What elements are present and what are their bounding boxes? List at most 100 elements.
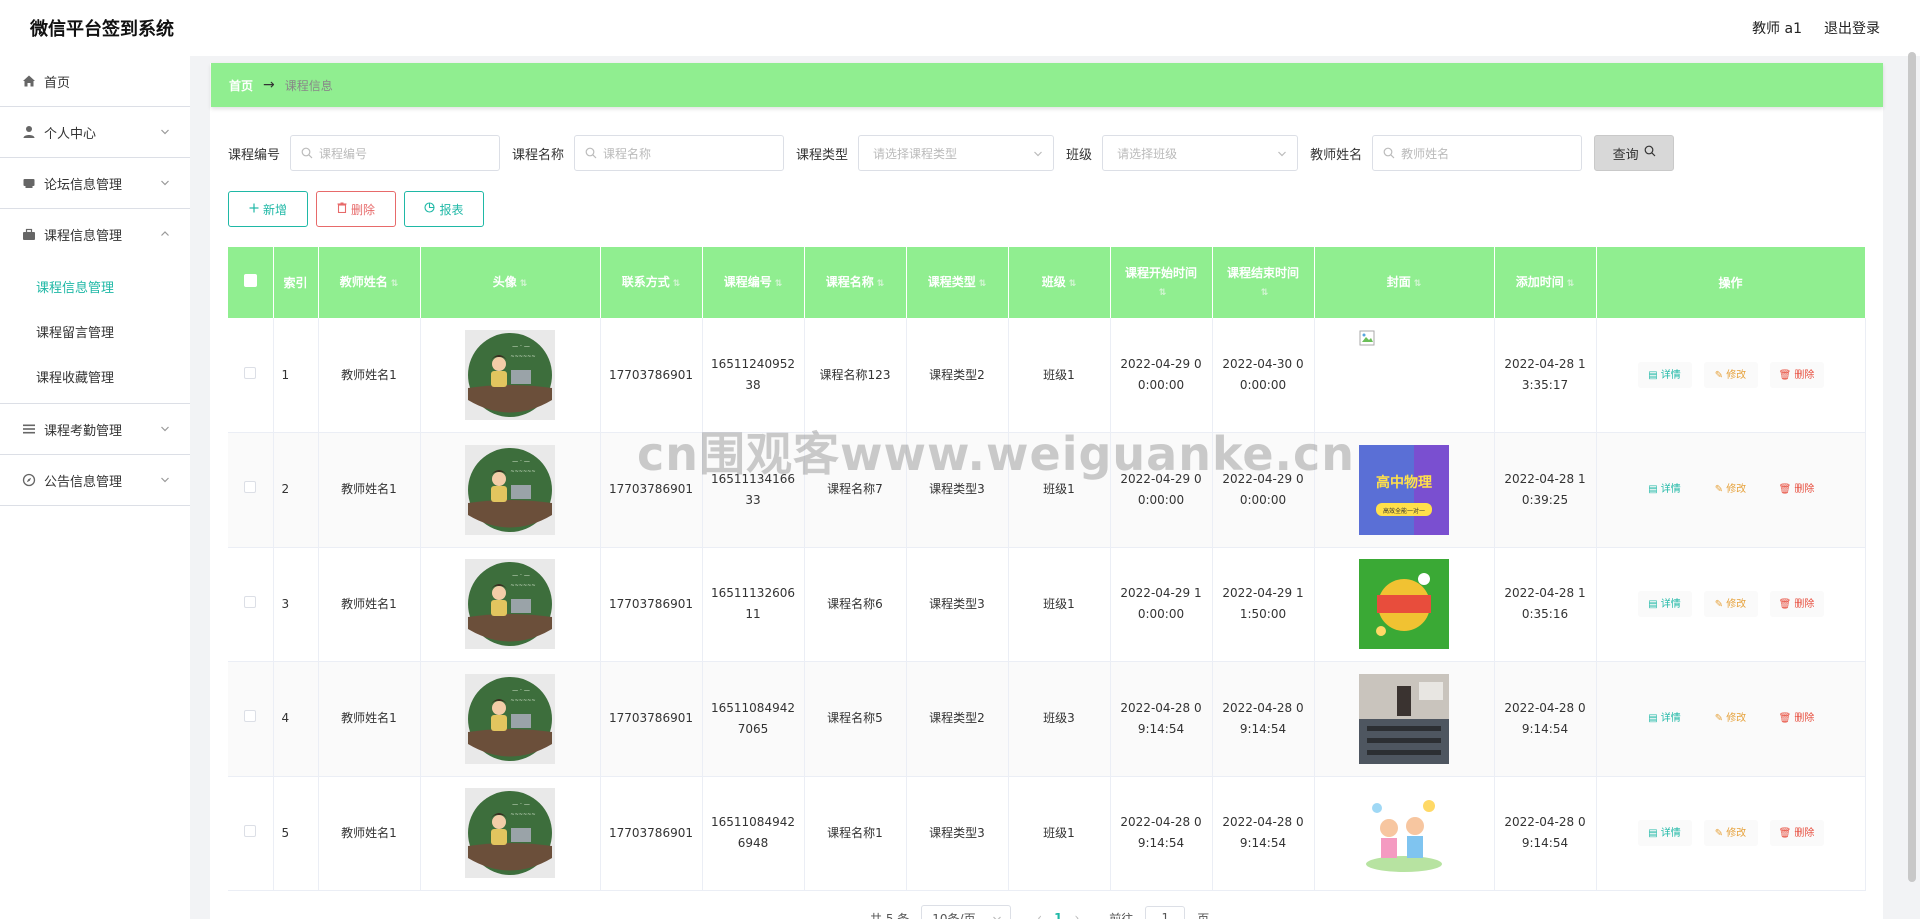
breadcrumb-current: 课程信息 bbox=[284, 78, 333, 93]
start-time-cell: 2022-04-29 10:00:00 bbox=[1110, 547, 1213, 662]
col-name[interactable]: 课程名称 ⇅ bbox=[804, 247, 907, 318]
remove-button[interactable]: 🗑 删除 bbox=[1769, 362, 1824, 388]
breadcrumb: 首页 → 课程信息 bbox=[211, 63, 1883, 107]
remove-label: 删除 bbox=[1794, 369, 1815, 381]
name-cell: 课程名称6 bbox=[804, 547, 907, 662]
cover-cell: 高中物理 高效全能一对一 bbox=[1314, 432, 1495, 548]
col-type[interactable]: 课程类型 ⇅ bbox=[906, 247, 1009, 318]
row-checkbox[interactable] bbox=[228, 776, 274, 891]
select-all-checkbox[interactable] bbox=[228, 247, 274, 318]
sidebar-subitem-course-favorite[interactable]: 课程收藏管理 bbox=[0, 354, 190, 399]
remove-label: 删除 bbox=[1794, 598, 1815, 610]
col-cover[interactable]: 封面 ⇅ bbox=[1314, 247, 1495, 318]
course-code-input[interactable]: 课程编号 bbox=[290, 135, 501, 171]
detail-button[interactable]: ▤ 详情 bbox=[1637, 362, 1692, 388]
remove-button[interactable]: 🗑 删除 bbox=[1769, 591, 1824, 618]
col-avatar[interactable]: 头像 ⇅ bbox=[420, 247, 601, 318]
cover-image bbox=[1359, 673, 1449, 764]
trash-icon: 🗑 bbox=[1778, 598, 1792, 610]
remove-button[interactable]: 🗑 删除 bbox=[1769, 705, 1824, 732]
query-button[interactable]: 查询 bbox=[1594, 135, 1675, 171]
col-phone[interactable]: 联系方式 ⇅ bbox=[600, 247, 703, 318]
remove-label: 删除 bbox=[1794, 484, 1815, 496]
col-index[interactable]: 索引 bbox=[273, 247, 319, 318]
col-ops: 操作 bbox=[1596, 247, 1866, 318]
end-time-cell: 2022-04-30 00:00:00 bbox=[1212, 318, 1315, 433]
svg-text:— · —: — · — bbox=[512, 572, 530, 579]
detail-button[interactable]: ▤ 详情 bbox=[1637, 476, 1692, 503]
row-checkbox[interactable] bbox=[228, 661, 274, 777]
added-time-cell: 2022-04-28 10:35:16 bbox=[1494, 547, 1597, 662]
sidebar-item-personal[interactable]: 个人中心 bbox=[0, 107, 190, 158]
detail-button[interactable]: ▤ 详情 bbox=[1637, 705, 1692, 732]
detail-label: 详情 bbox=[1660, 484, 1681, 496]
class-cell: 班级3 bbox=[1008, 661, 1111, 777]
edit-button[interactable]: ✎ 修改 bbox=[1703, 476, 1758, 503]
ops-cell: ▤ 详情 ✎ 修改 🗑 删除 bbox=[1596, 318, 1866, 433]
add-button[interactable]: 新增 bbox=[228, 191, 308, 227]
sidebar-item-course[interactable]: 课程信息管理 bbox=[0, 209, 190, 260]
broken-image-icon bbox=[1359, 330, 1449, 420]
course-name-input[interactable]: 课程名称 bbox=[574, 135, 785, 171]
row-checkbox[interactable] bbox=[228, 547, 274, 662]
class-cell: 班级1 bbox=[1008, 547, 1111, 662]
edit-button[interactable]: ✎ 修改 bbox=[1703, 591, 1758, 618]
col-class[interactable]: 班级 ⇅ bbox=[1008, 247, 1111, 318]
search-form: 课程编号 课程编号 课程名称 课程名称 课程类型 请选择课程类型 班级 请选择班… bbox=[228, 135, 1675, 171]
col-start[interactable]: 课程开始时间 ⇅ bbox=[1110, 247, 1213, 318]
sidebar-item-label: 论坛信息管理 bbox=[44, 177, 123, 193]
row-checkbox[interactable] bbox=[228, 432, 274, 548]
edit-icon: ✎ bbox=[1714, 484, 1724, 496]
teacher-cell: 教师姓名1 bbox=[318, 776, 421, 891]
type-cell: 课程类型2 bbox=[906, 661, 1009, 777]
goto-page-value: 1 bbox=[1161, 911, 1170, 919]
class-select[interactable]: 请选择班级 bbox=[1102, 135, 1299, 171]
teacher-cell: 教师姓名1 bbox=[318, 661, 421, 777]
code-cell: 1651113260611 bbox=[702, 547, 805, 662]
class-label: 班级 bbox=[1066, 147, 1093, 163]
col-end[interactable]: 课程结束时间 ⇅ bbox=[1212, 247, 1315, 318]
page-scrollbar[interactable] bbox=[1908, 52, 1916, 882]
sidebar-item-notice[interactable]: 公告信息管理 bbox=[0, 455, 190, 506]
user-icon bbox=[22, 125, 36, 139]
detail-button[interactable]: ▤ 详情 bbox=[1637, 820, 1692, 847]
sidebar-item-home[interactable]: 首页 bbox=[0, 56, 190, 107]
sidebar-subitem-course-comment[interactable]: 课程留言管理 bbox=[0, 309, 190, 354]
col-code[interactable]: 课程编号 ⇅ bbox=[702, 247, 805, 318]
edit-button[interactable]: ✎ 修改 bbox=[1703, 820, 1758, 847]
detail-button[interactable]: ▤ 详情 bbox=[1637, 591, 1692, 618]
teacher-cell: 教师姓名1 bbox=[318, 547, 421, 662]
remove-button[interactable]: 🗑 删除 bbox=[1769, 820, 1824, 847]
search-icon bbox=[1644, 145, 1656, 161]
start-time-cell: 2022-04-28 09:14:54 bbox=[1110, 776, 1213, 891]
sidebar-item-forum[interactable]: 论坛信息管理 bbox=[0, 158, 190, 209]
name-cell: 课程名称7 bbox=[804, 432, 907, 548]
goto-page-input[interactable]: 1 bbox=[1145, 906, 1186, 919]
edit-button[interactable]: ✎ 修改 bbox=[1703, 362, 1758, 388]
page-number[interactable]: 1 bbox=[1054, 911, 1062, 919]
avatar-cell: — · — ~~~~~~ bbox=[420, 776, 601, 891]
teacher-name-input[interactable]: 教师姓名 bbox=[1372, 135, 1583, 171]
remove-button[interactable]: 🗑 删除 bbox=[1769, 476, 1824, 503]
edit-button[interactable]: ✎ 修改 bbox=[1703, 705, 1758, 732]
chevron-down-icon bbox=[160, 474, 170, 484]
report-button[interactable]: 报表 bbox=[404, 191, 484, 227]
prev-page-icon[interactable]: ‹ bbox=[1037, 911, 1042, 919]
col-teacher[interactable]: 教师姓名 ⇅ bbox=[318, 247, 421, 318]
row-checkbox[interactable] bbox=[228, 318, 274, 433]
col-added[interactable]: 添加时间 ⇅ bbox=[1494, 247, 1597, 318]
svg-text:— · —: — · — bbox=[512, 687, 530, 694]
briefcase-icon bbox=[22, 228, 36, 242]
code-cell: 1651124095238 bbox=[702, 318, 805, 433]
page-size-select[interactable]: 10条/页 bbox=[921, 905, 1012, 919]
next-page-icon[interactable]: › bbox=[1074, 911, 1079, 919]
action-toolbar: 新增 删除 报表 bbox=[228, 191, 484, 227]
delete-button[interactable]: 删除 bbox=[316, 191, 396, 227]
sidebar-subitem-course-info[interactable]: 课程信息管理 bbox=[0, 264, 190, 309]
table-row: 2 教师姓名1 — · — ~~~~~~ 17703786901 165111341663… bbox=[228, 432, 1866, 548]
breadcrumb-home[interactable]: 首页 bbox=[229, 77, 253, 94]
sidebar-item-attendance[interactable]: 课程考勤管理 bbox=[0, 404, 190, 455]
chevron-down-icon bbox=[992, 913, 1002, 919]
course-type-select[interactable]: 请选择课程类型 bbox=[858, 135, 1055, 171]
logout-link[interactable]: 退出登录 bbox=[1824, 18, 1880, 38]
